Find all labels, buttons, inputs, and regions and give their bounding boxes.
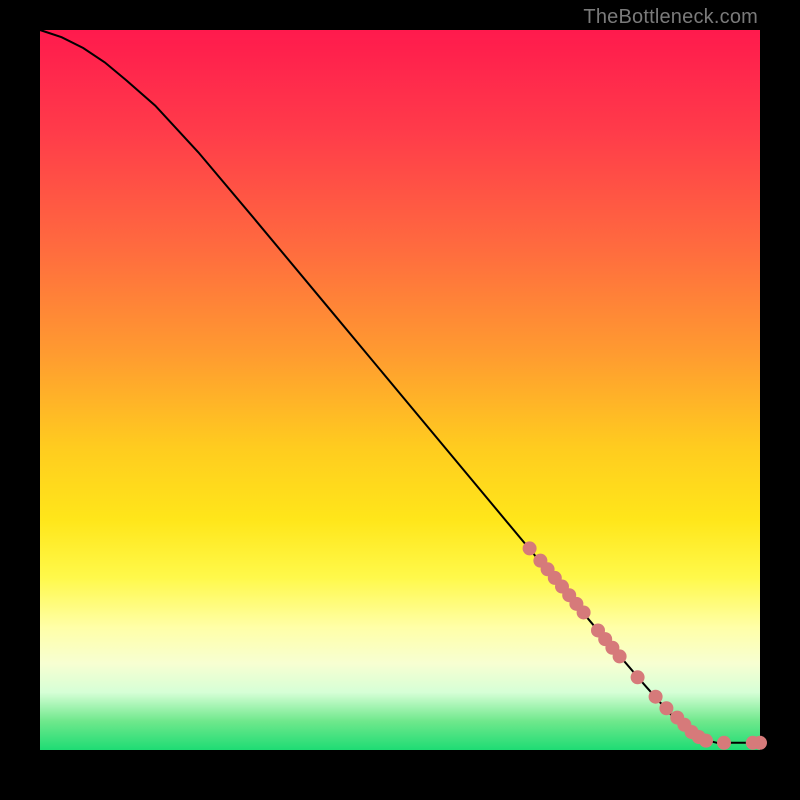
watermark-text: TheBottleneck.com xyxy=(583,6,758,29)
data-point xyxy=(631,670,645,684)
plot-area xyxy=(40,30,760,750)
data-point xyxy=(577,605,591,619)
curve-path xyxy=(40,30,760,743)
chart-svg xyxy=(40,30,760,750)
data-point xyxy=(523,541,537,555)
data-point xyxy=(717,736,731,750)
data-point xyxy=(699,734,713,748)
data-point xyxy=(649,690,663,704)
chart-frame: TheBottleneck.com xyxy=(0,0,800,800)
curve-line xyxy=(40,30,760,743)
scatter-points xyxy=(523,541,767,749)
data-point xyxy=(659,701,673,715)
data-point xyxy=(753,736,767,750)
data-point xyxy=(613,649,627,663)
